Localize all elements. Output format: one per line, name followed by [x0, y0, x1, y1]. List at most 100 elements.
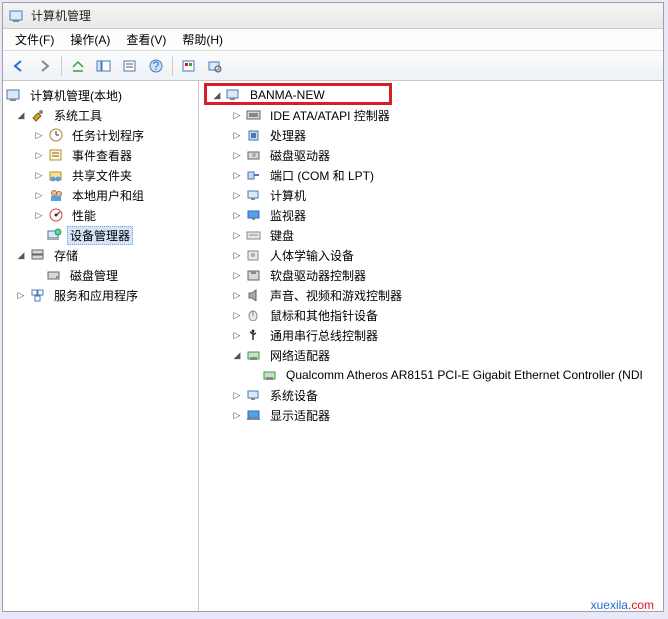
- up-button[interactable]: [66, 54, 90, 78]
- device-display[interactable]: ▷ 显示适配器: [199, 405, 663, 425]
- system-icon: [245, 387, 263, 403]
- device-system[interactable]: ▷ 系统设备: [199, 385, 663, 405]
- tree-local-users[interactable]: ▷ 本地用户和组: [3, 185, 198, 205]
- performance-icon: [47, 207, 65, 223]
- tree-services-apps[interactable]: ▷ 服务和应用程序: [3, 285, 198, 305]
- tree-disk-management[interactable]: 磁盘管理: [3, 265, 198, 285]
- expander-icon[interactable]: ▷: [231, 109, 243, 121]
- menu-action[interactable]: 操作(A): [62, 29, 118, 50]
- menu-help[interactable]: 帮助(H): [174, 29, 231, 50]
- expander-icon[interactable]: ▷: [231, 229, 243, 241]
- tree-label: 鼠标和其他指针设备: [267, 306, 381, 325]
- tree-system-tools[interactable]: ◢ 系统工具: [3, 105, 198, 125]
- hid-icon: [245, 247, 263, 263]
- tree-label: 磁盘驱动器: [267, 146, 333, 165]
- device-usb[interactable]: ▷ 通用串行总线控制器: [199, 325, 663, 345]
- network-icon: [245, 347, 263, 363]
- device-cpu[interactable]: ▷ 处理器: [199, 125, 663, 145]
- users-icon: [47, 187, 65, 203]
- show-hide-tree-button[interactable]: [92, 54, 116, 78]
- tree-label: 共享文件夹: [69, 166, 135, 185]
- app-icon: [9, 8, 25, 24]
- device-ide[interactable]: ▷ IDE ATA/ATAPI 控制器: [199, 105, 663, 125]
- tree-shared-folders[interactable]: ▷ 共享文件夹: [3, 165, 198, 185]
- tree-label: 任务计划程序: [69, 126, 147, 145]
- expander-icon[interactable]: ▷: [231, 389, 243, 401]
- menubar: 文件(F) 操作(A) 查看(V) 帮助(H): [3, 29, 663, 51]
- tree-label: 计算机管理(本地): [27, 86, 125, 105]
- tree-label: 本地用户和组: [69, 186, 147, 205]
- device-keyboards[interactable]: ▷ 键盘: [199, 225, 663, 245]
- tree-label: 显示适配器: [267, 406, 333, 425]
- expander-icon[interactable]: ▷: [33, 149, 45, 161]
- expander-icon[interactable]: ▷: [33, 209, 45, 221]
- expander-icon[interactable]: ▷: [231, 129, 243, 141]
- expander-icon[interactable]: ▷: [231, 149, 243, 161]
- tree-task-scheduler[interactable]: ▷ 任务计划程序: [3, 125, 198, 145]
- device-mouse[interactable]: ▷ 鼠标和其他指针设备: [199, 305, 663, 325]
- tree-label: 端口 (COM 和 LPT): [267, 166, 377, 185]
- device-network[interactable]: ◢ 网络适配器: [199, 345, 663, 365]
- nic-icon: [261, 367, 279, 383]
- right-tree-pane[interactable]: ◢ BANMA-NEW ▷ IDE ATA/ATAPI 控制器 ▷ 处理器 ▷ …: [199, 81, 663, 611]
- expander-icon[interactable]: ▷: [231, 289, 243, 301]
- properties-button[interactable]: [118, 54, 142, 78]
- device-nic[interactable]: Qualcomm Atheros AR8151 PCI-E Gigabit Et…: [199, 365, 663, 385]
- expander-icon[interactable]: ▷: [231, 169, 243, 181]
- tree-device-manager[interactable]: 设备管理器: [3, 225, 198, 245]
- expander-icon[interactable]: ◢: [231, 349, 243, 361]
- expander-icon[interactable]: ▷: [231, 409, 243, 421]
- back-button[interactable]: [7, 54, 31, 78]
- computer-mgmt-icon: [5, 87, 23, 103]
- menu-file[interactable]: 文件(F): [7, 29, 62, 50]
- expander-icon[interactable]: ▷: [231, 269, 243, 281]
- tree-performance[interactable]: ▷ 性能: [3, 205, 198, 225]
- sound-icon: [245, 287, 263, 303]
- device-ports[interactable]: ▷ 端口 (COM 和 LPT): [199, 165, 663, 185]
- expander-icon[interactable]: ▷: [231, 209, 243, 221]
- help-button[interactable]: ?: [144, 54, 168, 78]
- tools-icon: [29, 107, 47, 123]
- monitor-icon: [245, 207, 263, 223]
- toolbar-separator: [172, 56, 173, 76]
- tree-event-viewer[interactable]: ▷ 事件查看器: [3, 145, 198, 165]
- tree-label: 设备管理器: [67, 226, 133, 245]
- expander-icon[interactable]: ◢: [15, 249, 27, 261]
- device-sound[interactable]: ▷ 声音、视频和游戏控制器: [199, 285, 663, 305]
- device-disk-drives[interactable]: ▷ 磁盘驱动器: [199, 145, 663, 165]
- device-hid[interactable]: ▷ 人体学输入设备: [199, 245, 663, 265]
- device-computer[interactable]: ▷ 计算机: [199, 185, 663, 205]
- scan-button[interactable]: [203, 54, 227, 78]
- tree-root-computer-mgmt[interactable]: 计算机管理(本地): [3, 85, 198, 105]
- disk-drive-icon: [245, 147, 263, 163]
- forward-button[interactable]: [33, 54, 57, 78]
- device-floppy-ctrl[interactable]: ▷ 软盘驱动器控制器: [199, 265, 663, 285]
- expander-icon[interactable]: ▷: [15, 289, 27, 301]
- tree-label: 监视器: [267, 206, 309, 225]
- expander-icon[interactable]: ▷: [33, 169, 45, 181]
- expander-icon[interactable]: ▷: [33, 189, 45, 201]
- tree-label: Qualcomm Atheros AR8151 PCI-E Gigabit Et…: [283, 367, 646, 383]
- tree-label: 键盘: [267, 226, 297, 245]
- device-monitors[interactable]: ▷ 监视器: [199, 205, 663, 225]
- device-root[interactable]: ◢ BANMA-NEW: [199, 85, 663, 105]
- expander-icon[interactable]: ▷: [33, 129, 45, 141]
- left-tree-pane[interactable]: 计算机管理(本地) ◢ 系统工具 ▷ 任务计划程序 ▷ 事件查看器 ▷ 共享文件…: [3, 81, 199, 611]
- tree-label: 人体学输入设备: [267, 246, 357, 265]
- tree-storage[interactable]: ◢ 存储: [3, 245, 198, 265]
- expander-icon[interactable]: ▷: [231, 189, 243, 201]
- refresh-button[interactable]: [177, 54, 201, 78]
- tree-label: 软盘驱动器控制器: [267, 266, 369, 285]
- expander-icon[interactable]: ▷: [231, 249, 243, 261]
- tree-label: 网络适配器: [267, 346, 333, 365]
- device-manager-icon: [45, 227, 63, 243]
- toolbar-separator: [61, 56, 62, 76]
- menu-view[interactable]: 查看(V): [118, 29, 174, 50]
- expander-icon[interactable]: ◢: [15, 109, 27, 121]
- tree-label: IDE ATA/ATAPI 控制器: [267, 106, 393, 125]
- expander-icon[interactable]: ◢: [211, 89, 223, 101]
- event-icon: [47, 147, 65, 163]
- expander-icon[interactable]: ▷: [231, 309, 243, 321]
- expander-icon[interactable]: ▷: [231, 329, 243, 341]
- tree-label: 声音、视频和游戏控制器: [267, 286, 405, 305]
